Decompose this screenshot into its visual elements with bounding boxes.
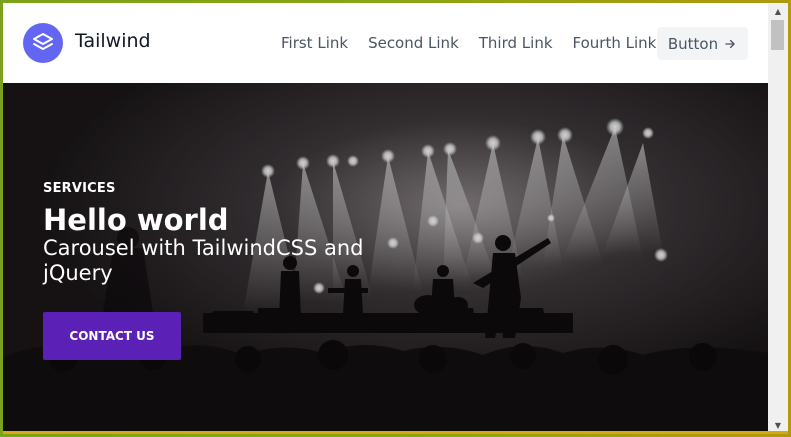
- site-header: Tailwind First Link Second Link Third Li…: [3, 3, 768, 83]
- nav-link-third[interactable]: Third Link: [479, 34, 553, 52]
- browser-window: Tailwind First Link Second Link Third Li…: [3, 3, 788, 434]
- hero-carousel-slide: SERVICES Hello world Carousel with Tailw…: [3, 83, 768, 431]
- main-nav: First Link Second Link Third Link Fourth…: [281, 34, 676, 52]
- contact-us-button[interactable]: CONTACT US: [43, 312, 181, 360]
- scrollbar-thumb[interactable]: [771, 20, 784, 50]
- header-button[interactable]: Button: [657, 27, 748, 60]
- brand-name[interactable]: Tailwind: [75, 30, 151, 52]
- nav-link-second[interactable]: Second Link: [368, 34, 459, 52]
- hero-eyebrow: SERVICES: [43, 181, 116, 196]
- arrow-right-icon: [725, 39, 735, 48]
- nav-link-first[interactable]: First Link: [281, 34, 348, 52]
- nav-link-fourth[interactable]: Fourth Link: [573, 34, 657, 52]
- vertical-scrollbar[interactable]: ▲ ▼: [768, 3, 788, 431]
- scroll-down-arrow-icon[interactable]: ▼: [768, 417, 788, 431]
- logo-icon[interactable]: [23, 23, 63, 63]
- scroll-up-arrow-icon[interactable]: ▲: [768, 3, 788, 20]
- header-button-label: Button: [667, 34, 719, 53]
- hero-subtitle: Carousel with TailwindCSS and jQuery: [43, 236, 364, 285]
- hero-title: Hello world: [43, 203, 229, 237]
- page-viewport: Tailwind First Link Second Link Third Li…: [3, 3, 768, 431]
